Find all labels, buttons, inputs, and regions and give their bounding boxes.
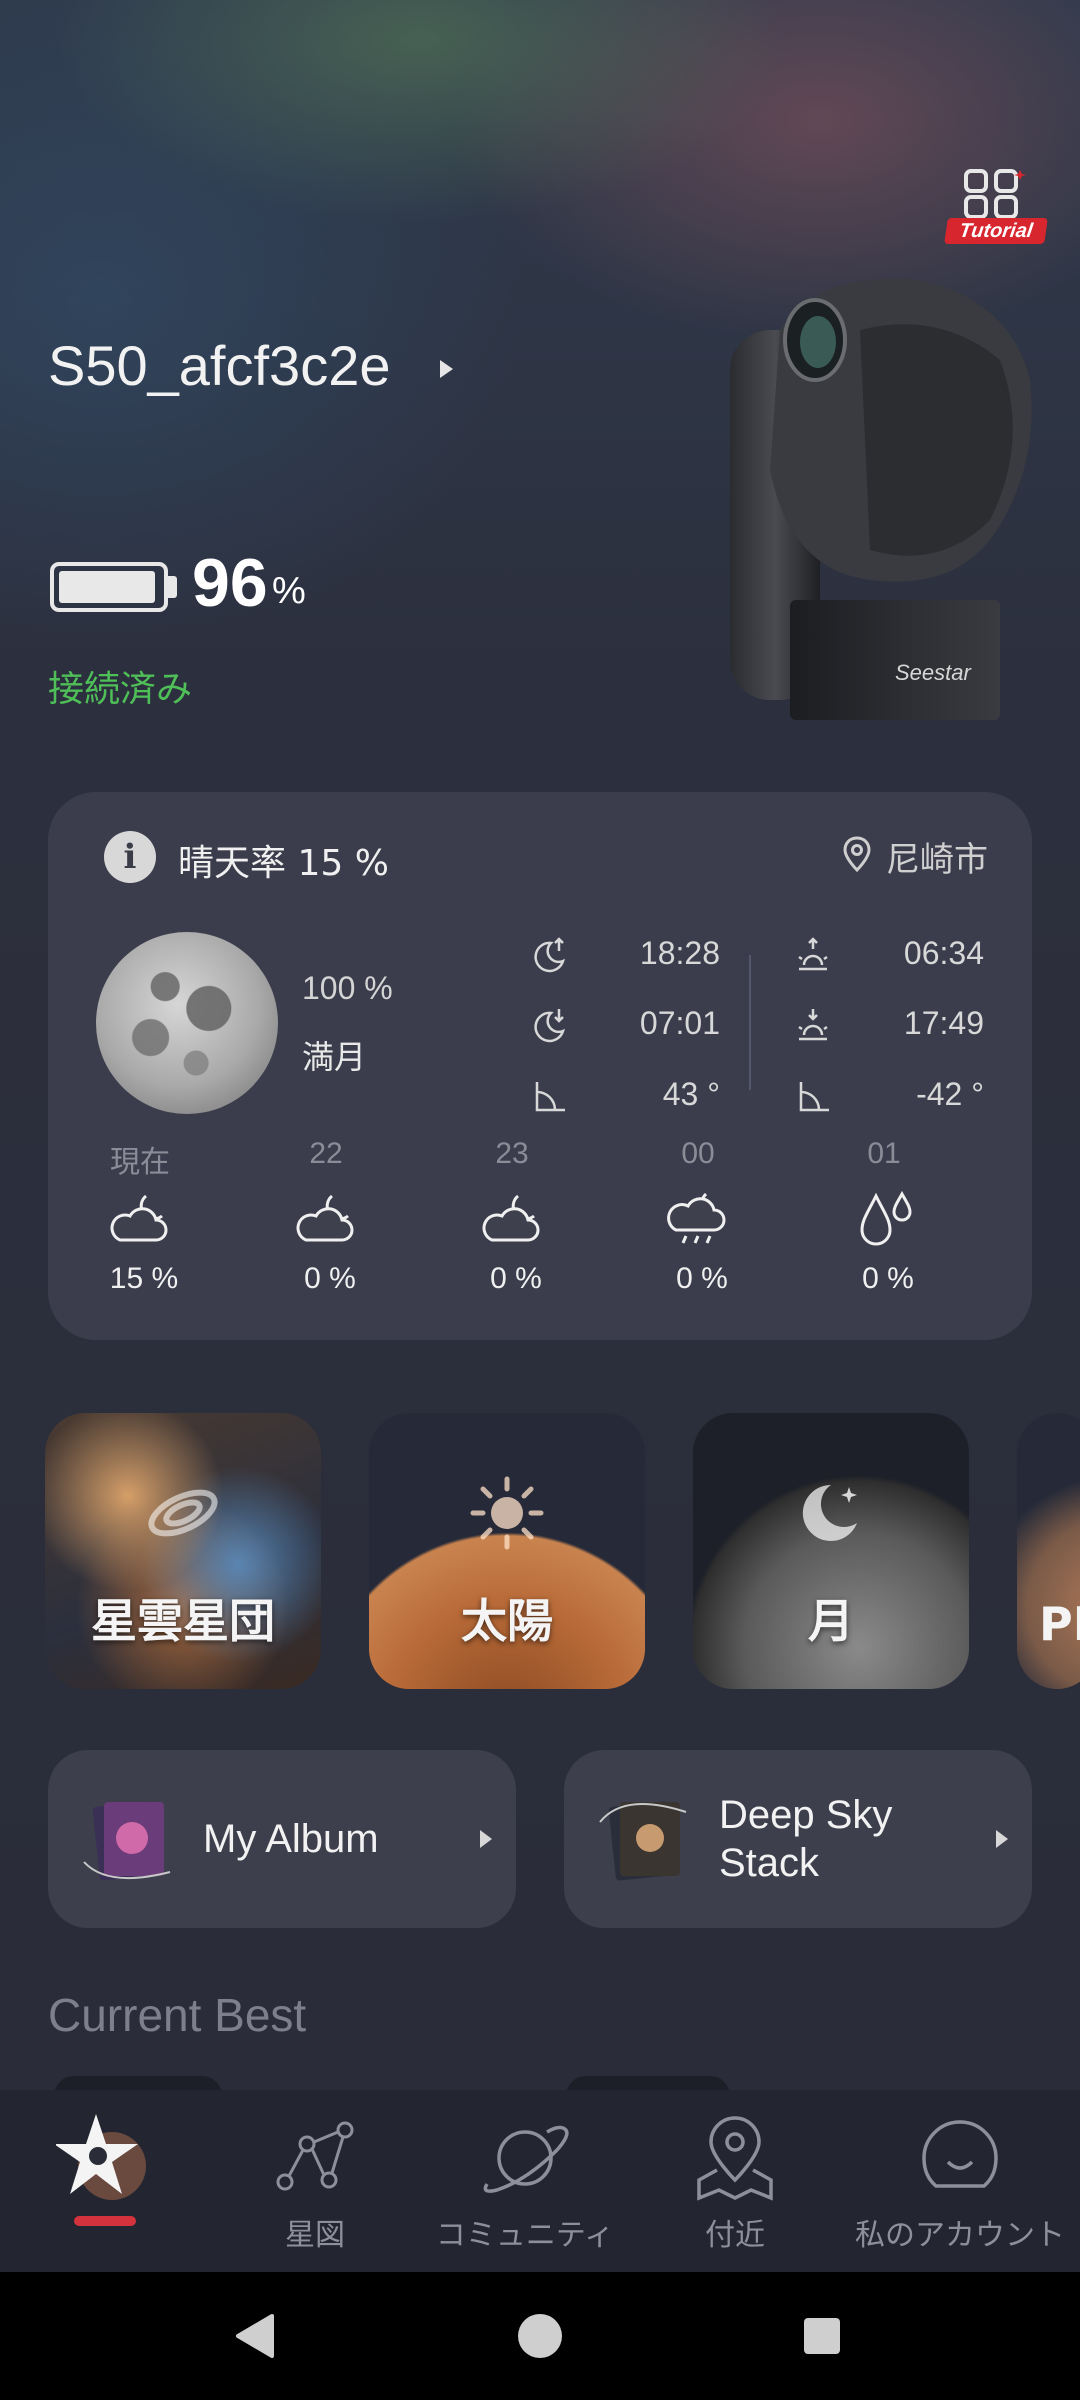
home-icon[interactable] <box>516 2312 564 2360</box>
info-icon[interactable]: i <box>104 831 156 883</box>
category-label: 太陽 <box>461 1594 553 1648</box>
forecast-cloud-percent: 0 % <box>676 1262 728 1295</box>
moon-illumination: 100 % <box>302 970 393 1006</box>
cloudy-night-icon <box>296 1194 354 1242</box>
category-label: 星雲星団 <box>91 1594 275 1648</box>
location-name[interactable]: 尼崎市 <box>886 832 988 881</box>
category-label: 月 <box>808 1594 854 1648</box>
seestar-home-icon <box>56 2114 146 2200</box>
bottom-navigation: 星図 コミュニティ 付近 私のアカウント <box>0 2090 1080 2272</box>
battery-icon <box>50 562 168 612</box>
seestar-logo: Seestar <box>895 660 972 685</box>
nav-label: 付近 <box>705 2218 765 2253</box>
forecast-hour: 01 <box>867 1137 901 1170</box>
forecast-cloud-percent: 0 % <box>490 1262 542 1295</box>
device-name[interactable]: S50_afcf3c2e <box>48 333 390 398</box>
telescope-image: Seestar <box>730 278 1032 720</box>
forecast-cloud-percent: 0 % <box>304 1262 356 1295</box>
sunrise-icon <box>798 937 828 971</box>
deep-sky-thumbnail-icon <box>599 1801 687 1881</box>
forecast-hour: 00 <box>681 1137 715 1170</box>
nav-item-nearby[interactable]: 付近 <box>630 2090 840 2272</box>
chevron-right-icon <box>480 1830 492 1848</box>
galaxy-icon <box>148 1489 218 1537</box>
category-tile-moon[interactable]: 月 <box>693 1413 969 1689</box>
nav-item-home[interactable] <box>0 2090 210 2272</box>
moon-altitude: 43 ° <box>662 1076 720 1112</box>
sun-icon <box>470 1476 544 1550</box>
moon-icon <box>802 1484 857 1541</box>
sunrise-time: 06:34 <box>903 935 984 971</box>
profile-icon <box>922 2120 998 2188</box>
divider <box>749 955 751 1090</box>
cloudy-night-icon <box>110 1194 168 1242</box>
forecast-cloud-percent: 15 % <box>109 1262 179 1295</box>
moonrise-icon <box>534 937 565 973</box>
category-label: PL <box>1039 1597 1080 1651</box>
album-thumbnail-icon <box>83 1801 171 1881</box>
battery-level-fill <box>59 571 155 603</box>
category-tile-nebula[interactable]: 星雲星団 <box>45 1413 321 1689</box>
active-tab-indicator <box>74 2216 136 2226</box>
sunset-icon <box>798 1009 828 1041</box>
planet-icon <box>483 2125 569 2193</box>
rain-cloud-icon <box>667 1192 726 1244</box>
location-pin-icon <box>843 836 871 872</box>
my-album-button[interactable]: My Album <box>48 1750 516 1928</box>
humidity-drops-icon <box>860 1190 912 1246</box>
category-tile-sun[interactable]: 太陽 <box>369 1413 645 1689</box>
moonset-icon <box>534 1009 565 1043</box>
tutorial-button[interactable]: Tutorial <box>944 168 1048 248</box>
chevron-right-icon <box>996 1830 1008 1848</box>
nav-label: 星図 <box>285 2218 345 2253</box>
sunset-time: 17:49 <box>903 1005 984 1041</box>
nav-item-community[interactable]: コミュニティ <box>420 2090 630 2272</box>
map-pin-icon <box>697 2116 773 2201</box>
constellation-icon <box>276 2121 354 2191</box>
battery-percentage: 96 <box>192 545 268 621</box>
moon-phase-label: 満月 <box>302 1038 367 1076</box>
back-icon[interactable] <box>232 2312 276 2360</box>
deep-sky-stack-button[interactable]: Deep Sky Stack <box>564 1750 1032 1928</box>
recents-icon[interactable] <box>802 2316 842 2356</box>
clear-sky-rate: 晴天率 15 % <box>178 843 389 884</box>
nav-label: 私のアカウント <box>855 2218 1065 2253</box>
altitude-angle-icon <box>799 1082 829 1112</box>
altitude-angle-icon <box>535 1082 565 1112</box>
my-album-label: My Album <box>203 1817 379 1861</box>
battery-unit: % <box>272 570 306 612</box>
system-navigation-bar <box>0 2272 1080 2400</box>
deep-sky-stack-label-line2: Stack <box>719 1841 820 1885</box>
cloudy-night-icon <box>482 1194 540 1242</box>
moon-phase-image <box>96 932 278 1114</box>
connection-status: 接続済み <box>48 669 193 710</box>
grid-icon <box>964 169 1026 219</box>
chevron-right-icon[interactable] <box>440 360 453 378</box>
forecast-hour: 23 <box>495 1137 529 1170</box>
nav-label: コミュニティ <box>435 2218 615 2253</box>
moonrise-time: 18:28 <box>639 935 720 971</box>
nav-item-account[interactable]: 私のアカウント <box>840 2090 1080 2272</box>
forecast-hour: 22 <box>309 1137 343 1170</box>
forecast-hour: 現在 <box>110 1146 170 1179</box>
battery-tip <box>168 576 177 598</box>
nav-item-star-map[interactable]: 星図 <box>210 2090 420 2272</box>
category-tile-planet[interactable]: PL <box>1017 1413 1080 1689</box>
moonset-time: 07:01 <box>639 1005 720 1041</box>
forecast-cloud-percent: 0 % <box>862 1262 914 1295</box>
section-title: Current Best <box>48 1989 307 2041</box>
deep-sky-stack-label-line1: Deep Sky <box>719 1793 893 1837</box>
tutorial-label: Tutorial <box>944 218 1048 244</box>
sun-altitude: -42 ° <box>916 1076 984 1112</box>
